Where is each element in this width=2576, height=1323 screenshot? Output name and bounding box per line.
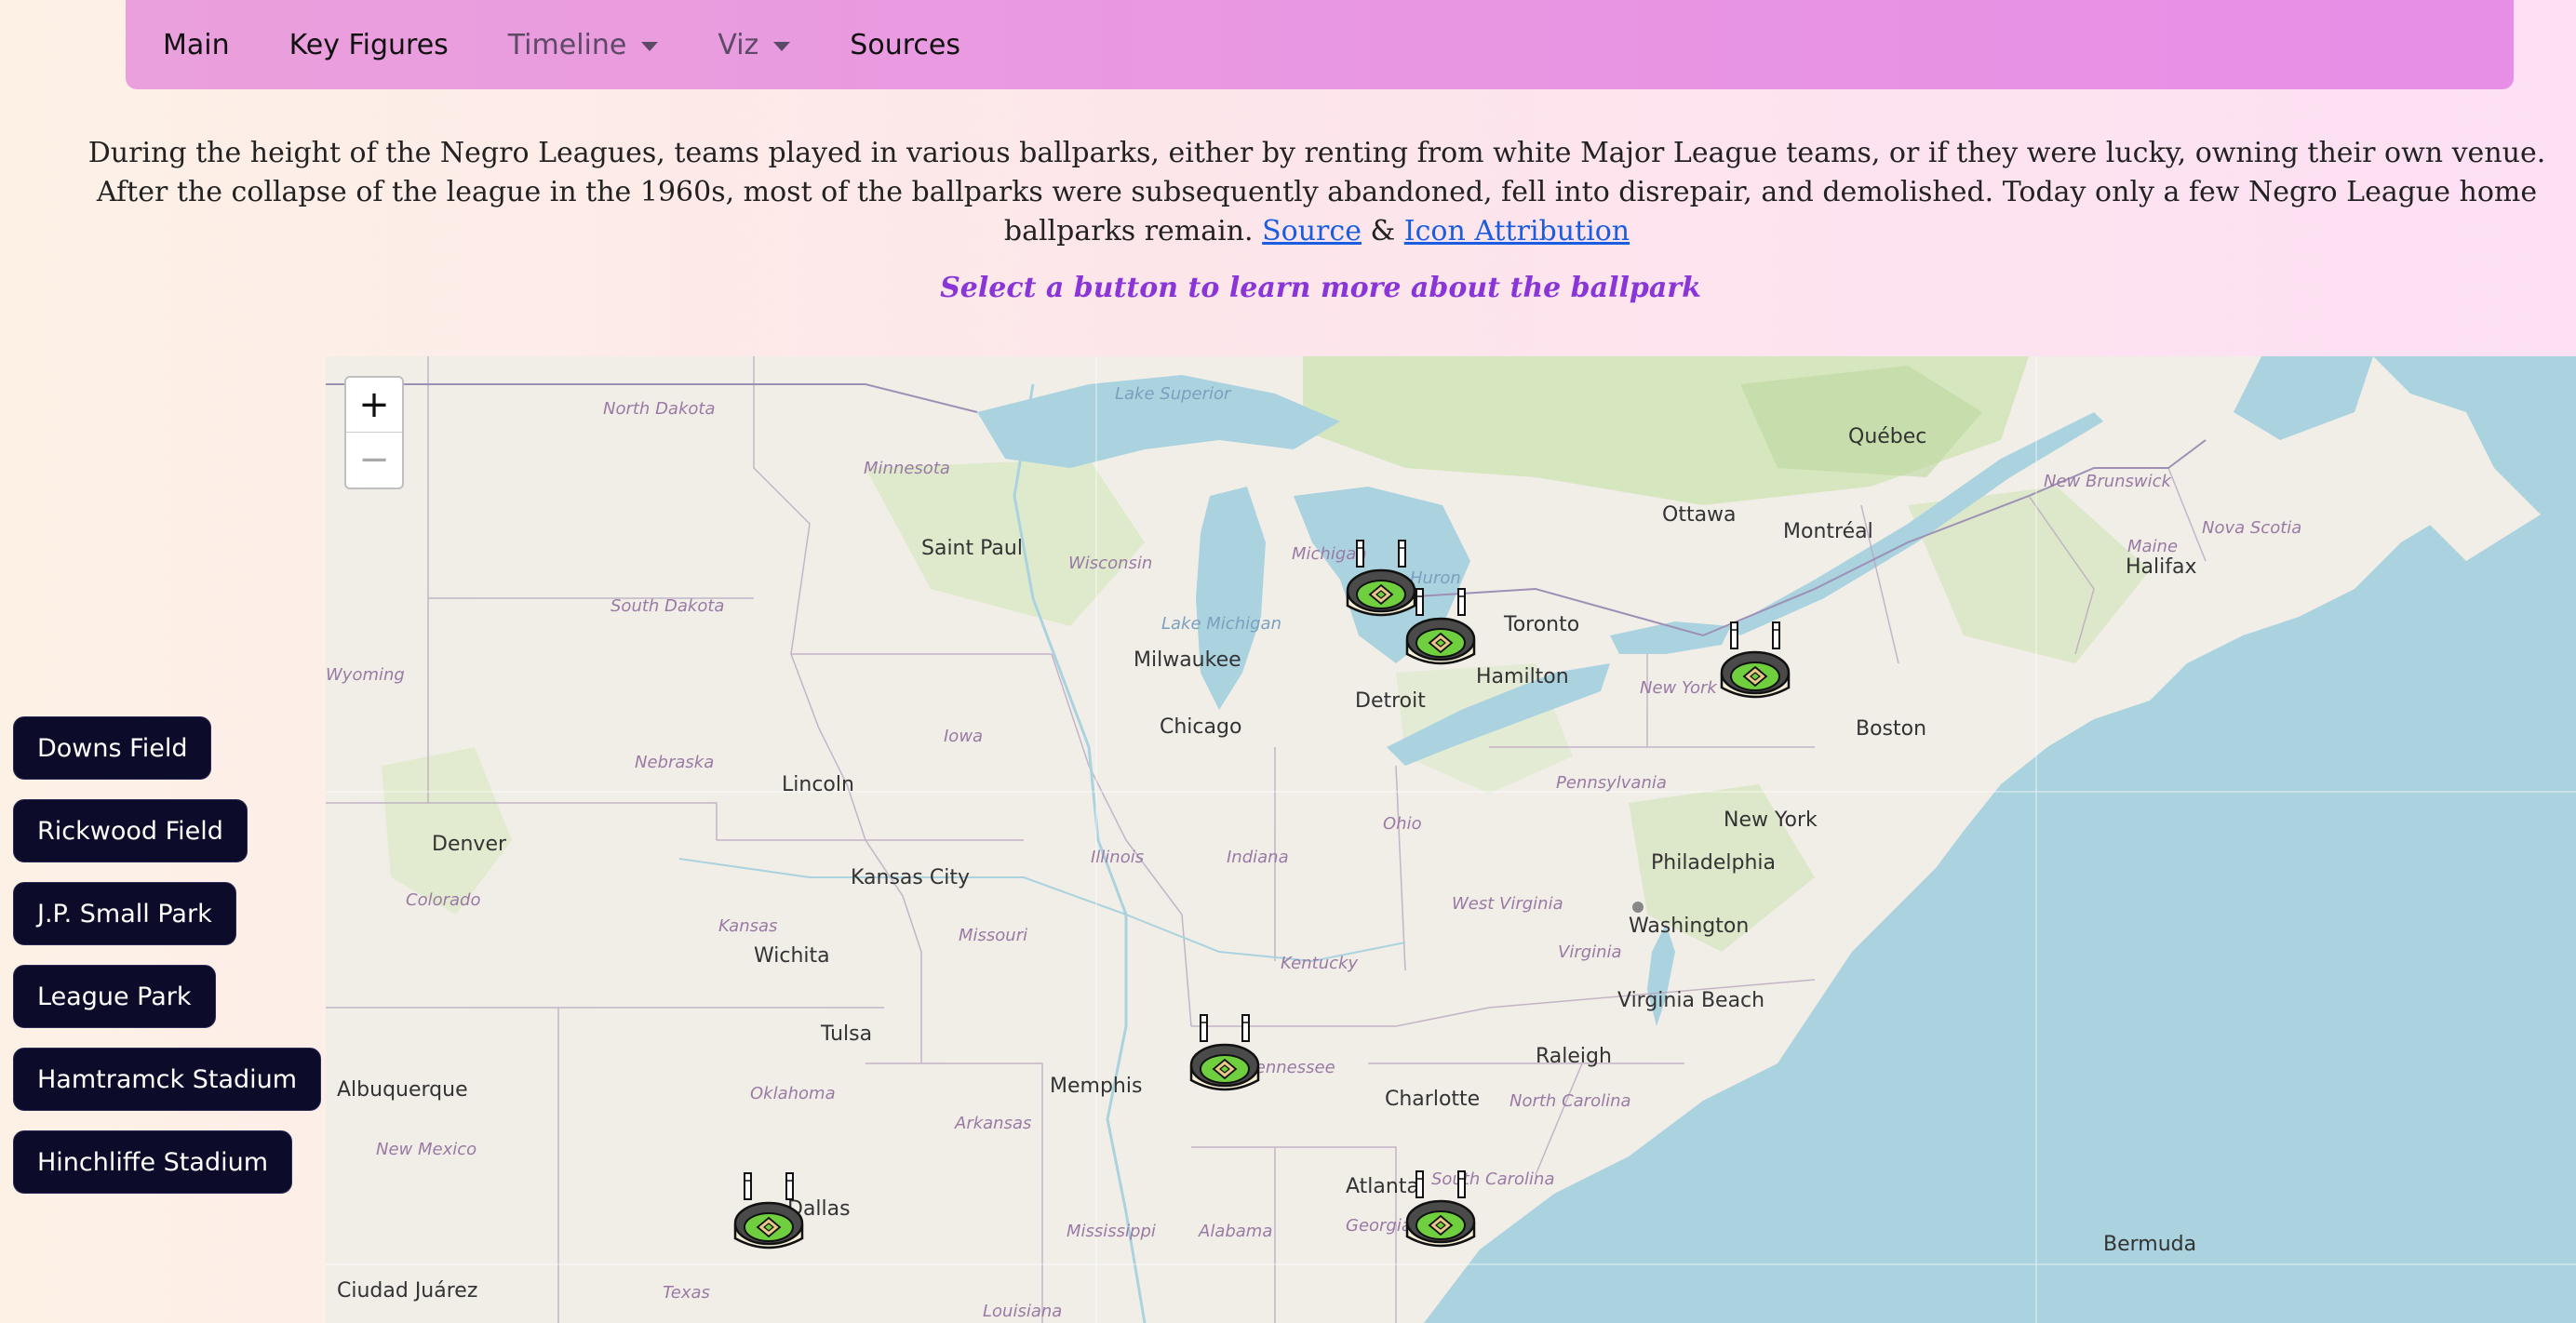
map-label-state: Georgia — [1346, 1216, 1412, 1236]
map-label-city: Ottawa — [1662, 503, 1737, 527]
map-label-city: Wichita — [754, 944, 830, 968]
map-label-state: Ohio — [1383, 814, 1422, 834]
zoom-in-button[interactable]: + — [346, 378, 402, 433]
button-league-park[interactable]: League Park — [13, 965, 216, 1028]
map-label-city: Tulsa — [821, 1022, 873, 1046]
map-label-city: Toronto — [1504, 613, 1580, 636]
nav-viz-dropdown[interactable]: Viz — [718, 28, 791, 61]
zoom-out-button[interactable]: − — [346, 433, 402, 487]
map-label-city: Memphis — [1050, 1075, 1143, 1098]
map-label-state: Alabama — [1199, 1222, 1273, 1241]
map-label-state: Nebraska — [635, 753, 715, 772]
map-label-state: New Mexico — [376, 1140, 477, 1159]
chevron-down-icon — [641, 41, 659, 51]
map-label-state: Kansas — [718, 916, 778, 936]
map-label-city: Virginia Beach — [1617, 989, 1765, 1012]
map-label-city: Lincoln — [782, 773, 854, 796]
map-label-state: Nova Scotia — [2202, 518, 2302, 538]
map-label-city: Saint Paul — [921, 537, 1023, 560]
map-label-city: Milwaukee — [1134, 648, 1241, 672]
map-label-city: New York — [1724, 808, 1818, 832]
map-label-state: Oklahoma — [750, 1084, 836, 1103]
nav-sources[interactable]: Sources — [850, 29, 960, 61]
map-label-city: Halifax — [2126, 555, 2197, 579]
map-label-state: Indiana — [1227, 848, 1289, 867]
map-label-state: North Dakota — [603, 399, 716, 419]
map-label-state: Arkansas — [955, 1114, 1032, 1133]
map-label-state: Texas — [663, 1283, 710, 1303]
ampersand: & — [1370, 215, 1396, 247]
nav-timeline-dropdown[interactable]: Timeline — [508, 29, 659, 61]
map-label-state: Colorado — [406, 890, 481, 910]
map-label-city: Bermuda — [2103, 1233, 2197, 1256]
map-label-state: Wyoming — [326, 665, 405, 685]
map-label-state: Kentucky — [1281, 954, 1359, 973]
stadium-marker-icon[interactable] — [1187, 1013, 1262, 1097]
map-label-city: Raleigh — [1536, 1045, 1612, 1068]
map-label-state: North Carolina — [1509, 1091, 1631, 1111]
map-label-state: South Dakota — [610, 596, 725, 616]
map-label-state: Pennsylvania — [1556, 773, 1667, 793]
top-navbar: Main Key Figures Timeline Viz Sources — [126, 0, 2514, 89]
map-label-city: Detroit — [1355, 689, 1426, 713]
map-label-state: Illinois — [1091, 848, 1145, 867]
nav-viz-label: Viz — [718, 28, 759, 61]
map-label-state: Iowa — [944, 727, 984, 746]
stadium-marker-icon[interactable] — [1403, 587, 1478, 671]
map-label-city: Québec — [1848, 425, 1927, 448]
intro-paragraph: During the height of the Negro Leagues, … — [65, 134, 2569, 251]
ballpark-map[interactable]: + − Lake Superior Lake Michigan Huron No… — [326, 356, 2576, 1323]
chevron-down-icon — [773, 41, 791, 51]
map-label-state: Wisconsin — [1068, 554, 1153, 573]
map-label-state: Minnesota — [864, 459, 950, 478]
map-label-water: Lake Superior — [1115, 384, 1231, 404]
button-rickwood-field[interactable]: Rickwood Field — [13, 799, 248, 862]
map-label-city: Boston — [1856, 717, 1927, 741]
map-label-state: Virginia — [1558, 942, 1622, 962]
stadium-marker-icon[interactable] — [731, 1171, 806, 1255]
map-label-city: Washington — [1629, 915, 1750, 938]
map-label-state: New Brunswick — [2044, 472, 2171, 491]
map-label-city: Charlotte — [1385, 1088, 1481, 1111]
nav-main[interactable]: Main — [163, 29, 230, 61]
nav-timeline-label: Timeline — [507, 28, 627, 61]
map-label-state: Missouri — [959, 926, 1028, 945]
map-label-state: New York — [1640, 678, 1717, 698]
source-link[interactable]: Source — [1262, 215, 1362, 247]
map-label-city: Chicago — [1160, 715, 1242, 739]
map-label-city: Philadelphia — [1651, 851, 1777, 875]
button-hinchliffe-stadium[interactable]: Hinchliffe Stadium — [13, 1130, 292, 1194]
zoom-control: + − — [344, 376, 404, 489]
select-prompt: Select a button to learn more about the … — [940, 272, 1701, 304]
icon-attribution-link[interactable]: Icon Attribution — [1404, 215, 1630, 247]
map-label-city: Ciudad Juárez — [337, 1279, 478, 1303]
map-label-water: Lake Michigan — [1161, 614, 1281, 634]
button-hamtramck-stadium[interactable]: Hamtramck Stadium — [13, 1048, 322, 1111]
button-downs-field[interactable]: Downs Field — [13, 716, 212, 780]
stadium-marker-icon[interactable] — [1403, 1169, 1478, 1253]
ballpark-button-list: Downs Field Rickwood Field J.P. Small Pa… — [13, 716, 322, 1213]
map-label-state: Maine — [2127, 537, 2179, 556]
nav-key-figures[interactable]: Key Figures — [289, 29, 449, 61]
map-label-city: Albuquerque — [337, 1078, 468, 1102]
button-jp-small-park[interactable]: J.P. Small Park — [13, 882, 236, 945]
map-label-city: Denver — [432, 833, 507, 856]
map-label-state: West Virginia — [1452, 894, 1563, 914]
map-label-state: Mississippi — [1067, 1222, 1156, 1241]
stadium-marker-icon[interactable] — [1718, 621, 1792, 704]
map-label-city: Kansas City — [851, 866, 970, 889]
map-label-city: Hamilton — [1476, 665, 1569, 688]
map-label-state: Louisiana — [983, 1302, 1063, 1321]
map-label-city: Montréal — [1783, 520, 1873, 543]
